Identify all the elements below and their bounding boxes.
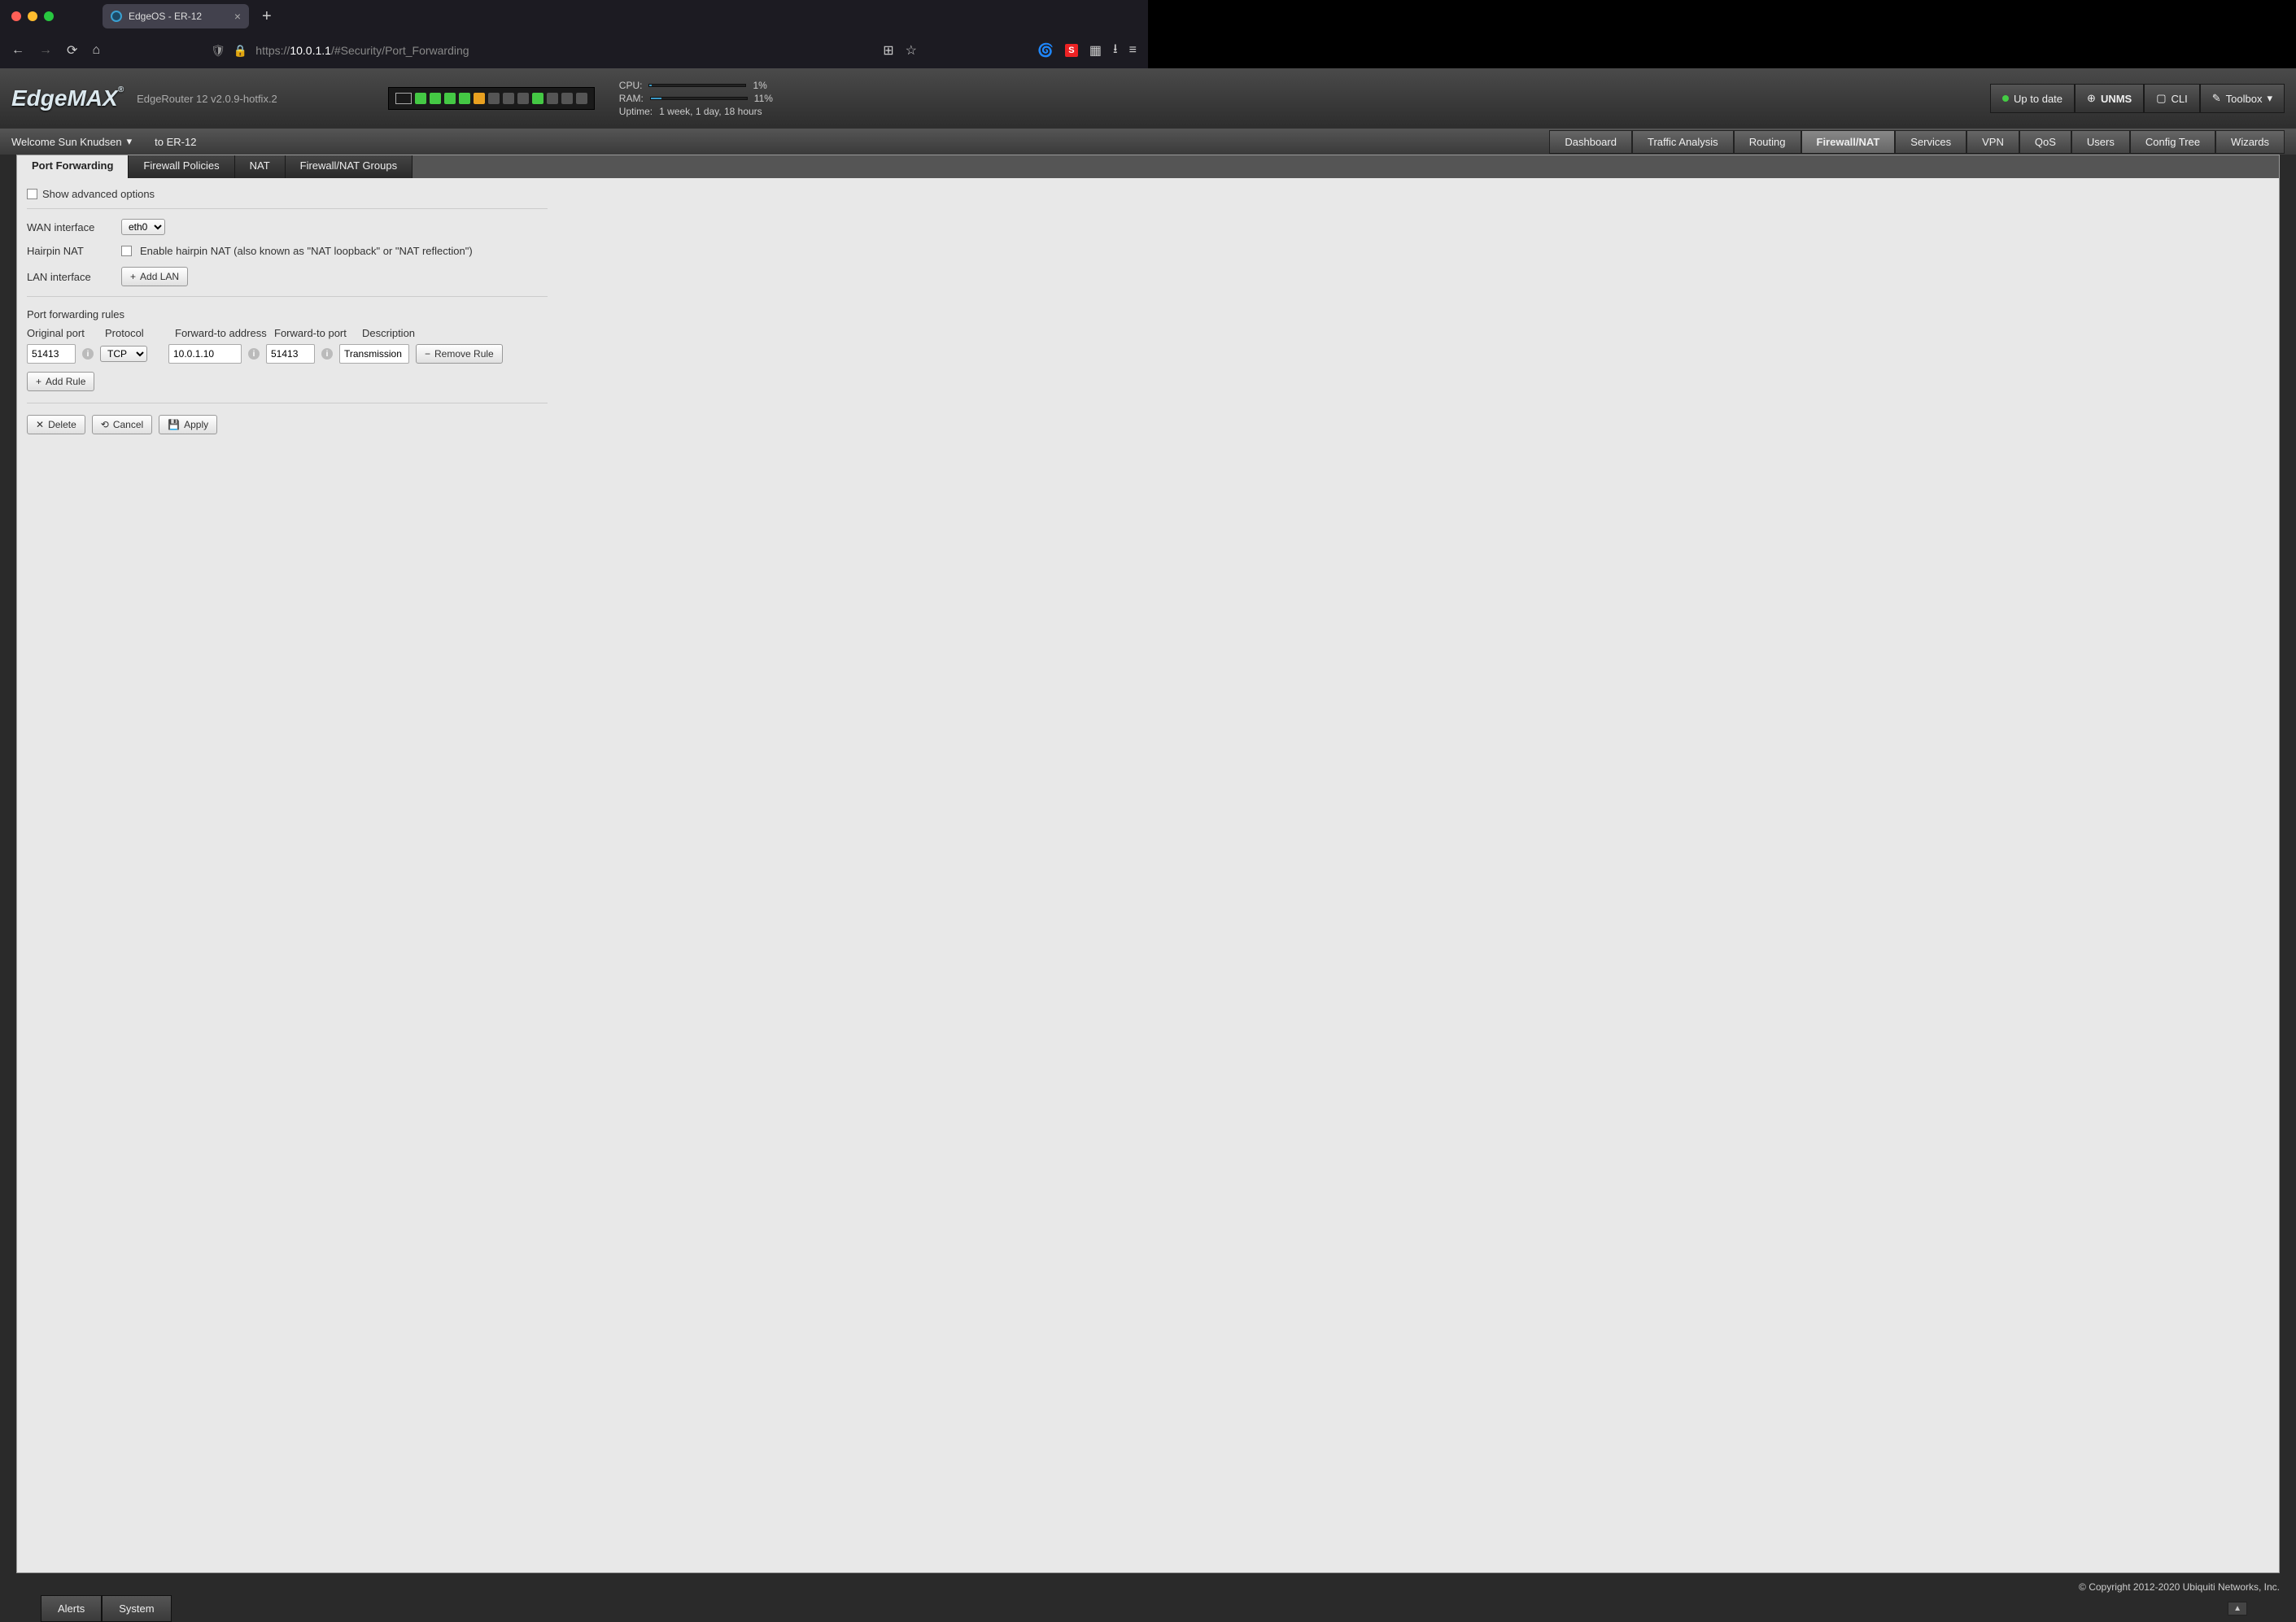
chevron-down-icon: ▾ [2267,92,2272,105]
bookmark-icon[interactable]: ☆ [906,42,917,59]
info-icon[interactable]: i [321,348,333,360]
add-rule-button[interactable]: +Add Rule [27,372,94,391]
nav-tab-users[interactable]: Users [2071,130,2130,154]
hairpin-nat-label: Hairpin NAT [27,245,113,257]
save-icon: 💾 [168,419,180,430]
description-input[interactable] [339,344,409,364]
subtab-port-forwarding[interactable]: Port Forwarding [17,155,129,178]
address-bar[interactable]: 🛡 🔒 https://10.0.1.1/#Security/Port_Forw… [204,38,790,63]
nav-tab-wizards[interactable]: Wizards [2215,130,2285,154]
url-text: https://10.0.1.1/#Security/Port_Forwardi… [255,44,469,57]
cli-button[interactable]: ▢CLI [2144,84,2200,113]
logo: EdgeMAX® [11,85,124,111]
minus-icon: − [425,348,430,360]
up-to-date-button[interactable]: Up to date [1990,84,2075,113]
shield-icon: 🛡 [211,44,225,58]
favicon-icon [111,11,122,22]
subtab-firewall-nat-groups[interactable]: Firewall/NAT Groups [286,155,412,178]
apply-button[interactable]: 💾Apply [159,415,217,434]
cancel-button[interactable]: ⟲Cancel [92,415,152,434]
hairpin-nat-text: Enable hairpin NAT (also known as "NAT l… [140,245,473,257]
panel-icon[interactable]: ⊞ [883,42,893,59]
original-port-input[interactable] [27,344,76,364]
hairpin-nat-checkbox[interactable] [121,246,132,256]
lock-icon: 🔒 [234,44,247,58]
plus-icon: + [130,271,136,282]
terminal-icon: ▢ [2156,92,2166,105]
back-button[interactable]: ← [11,43,24,58]
expand-footer-button[interactable]: ▲ [2228,1602,2247,1615]
tab-title: EdgeOS - ER-12 [129,11,202,22]
unms-button[interactable]: ⊕UNMS [2075,84,2144,113]
welcome-text: Welcome Sun Knudsen [11,136,122,148]
alerts-tab[interactable]: Alerts [41,1595,102,1622]
port-forward-rule-row: i TCP i i −Remove Rule [27,342,2269,365]
col-forward-port: Forward-to port [274,327,356,339]
protocol-select[interactable]: TCP [100,346,147,362]
remove-rule-button[interactable]: −Remove Rule [416,344,503,364]
device-name: to ER-12 [155,136,196,148]
forward-button[interactable]: → [39,43,52,58]
new-tab-button[interactable]: + [262,7,272,26]
close-icon: ✕ [36,419,44,430]
toolbox-button[interactable]: ✎Toolbox▾ [2200,84,2285,113]
system-tab[interactable]: System [102,1595,171,1622]
plus-icon: ⊕ [2087,92,2096,105]
downloads-icon[interactable]: ⭳ [1113,40,1118,62]
info-icon[interactable]: i [248,348,260,360]
col-forward-address: Forward-to address [175,327,268,339]
close-tab-icon[interactable]: × [234,10,241,23]
subtab-nat[interactable]: NAT [235,155,286,178]
delete-button[interactable]: ✕Delete [27,415,85,434]
nav-tab-routing[interactable]: Routing [1734,130,1801,154]
nav-tab-traffic-analysis[interactable]: Traffic Analysis [1632,130,1734,154]
wan-interface-label: WAN interface [27,221,113,233]
ext-icon-2[interactable]: S [1065,44,1078,57]
nav-tab-firewall-nat[interactable]: Firewall/NAT [1801,130,1896,154]
browser-tab[interactable]: EdgeOS - ER-12 × [103,4,249,28]
nav-tab-config-tree[interactable]: Config Tree [2130,130,2215,154]
lan-interface-label: LAN interface [27,271,113,283]
subtab-firewall-policies[interactable]: Firewall Policies [129,155,234,178]
window-controls[interactable] [11,11,54,21]
nav-tab-vpn[interactable]: VPN [1966,130,2019,154]
rules-title: Port forwarding rules [27,302,2269,324]
info-icon[interactable]: i [82,348,94,360]
cancel-icon: ⟲ [101,419,109,430]
system-stats: CPU:1% RAM:11% Uptime:1 week, 1 day, 18 … [619,79,773,118]
chevron-down-icon[interactable]: ▾ [127,135,133,148]
port-panel [388,87,595,110]
plus-icon: + [36,376,41,387]
nav-tab-services[interactable]: Services [1895,130,1966,154]
console-port-icon [395,93,412,104]
reload-button[interactable]: ⟳ [67,42,77,59]
status-dot-icon [2002,95,2009,102]
wrench-icon: ✎ [2212,92,2221,105]
col-protocol: Protocol [105,327,168,339]
col-description: Description [362,327,440,339]
home-button[interactable]: ⌂ [92,43,100,58]
nav-tab-qos[interactable]: QoS [2019,130,2071,154]
ext-icon-3[interactable]: ▦ [1089,42,1102,59]
maximize-window-icon[interactable] [44,11,54,21]
wan-interface-select[interactable]: eth0 [121,219,165,235]
menu-icon[interactable]: ≡ [1129,43,1137,58]
nav-tab-dashboard[interactable]: Dashboard [1549,130,1632,154]
advanced-options-label: Show advanced options [42,188,155,200]
col-original-port: Original port [27,327,98,339]
forward-port-input[interactable] [266,344,315,364]
advanced-options-checkbox[interactable] [27,189,37,199]
copyright: © Copyright 2012-2020 Ubiquiti Networks,… [2079,1581,2280,1593]
add-lan-button[interactable]: +Add LAN [121,267,188,286]
minimize-window-icon[interactable] [28,11,37,21]
ext-icon-1[interactable]: 🌀 [1037,42,1054,59]
forward-address-input[interactable] [168,344,242,364]
device-model: EdgeRouter 12 v2.0.9-hotfix.2 [137,93,277,105]
close-window-icon[interactable] [11,11,21,21]
